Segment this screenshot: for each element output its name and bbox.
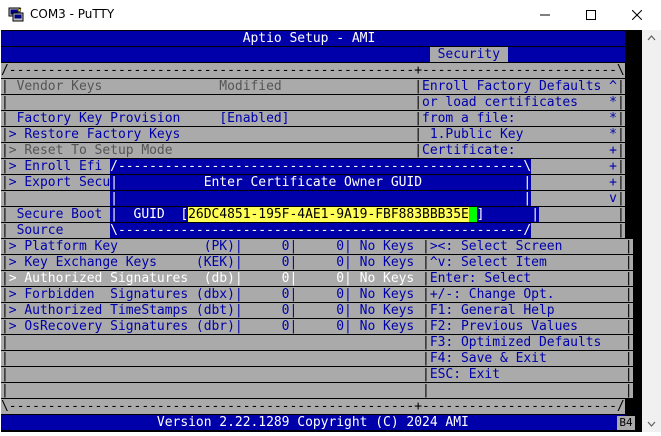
key-row[interactable]: > Key Exchange Keys (KEK)| 0| 0| No Keys [8, 255, 423, 270]
key-row[interactable]: > OsRecovery Signatures (dbr)| 0| 0| No … [8, 319, 423, 334]
key-table-row: |> Authorized Signatures (db)| 0| 0| No … [1, 271, 633, 286]
minimize-icon [540, 14, 550, 16]
help-text [531, 223, 610, 238]
dialog-row: | | | v| [1, 191, 625, 206]
window-title: COM3 - PuTTY [30, 7, 115, 21]
key-table-row: |> OsRecovery Signatures (dbr)| 0| 0| No… [1, 319, 633, 334]
help-text [531, 159, 610, 174]
factory-key-provision-value[interactable]: [Enabled] [219, 111, 290, 126]
screen-line: | Vendor Keys Modified |Enroll Factory D… [1, 79, 625, 94]
close-icon [632, 10, 642, 20]
putty-icon [8, 7, 24, 22]
menu-item[interactable]: > Enroll Efi [8, 159, 111, 174]
key-table-row: |> Platform Key (PK)| 0| 0| No Keys |><:… [1, 239, 633, 254]
frame-bottom: \---------------------------------------… [1, 399, 625, 414]
maximize-icon [586, 10, 596, 20]
terminal-area[interactable]: Aptio Setup - AMI Security /------------… [1, 30, 642, 432]
vertical-scrollbar[interactable] [642, 30, 661, 432]
key-help-line: F1: General Help [429, 303, 625, 318]
key-help-line: ^v: Select Item [429, 255, 625, 270]
help-text: or load certificates [422, 95, 610, 110]
key-table-row: |> Authorized TimeStamps (dbt)| 0| 0| No… [1, 303, 633, 318]
help-scroll-mark: * [609, 111, 617, 126]
guid-label: GUID [117, 207, 181, 222]
maximize-button[interactable] [568, 0, 614, 30]
key-help-line: Enter: Select [429, 271, 625, 286]
header-row: Aptio Setup - AMI [1, 31, 642, 47]
vendor-keys-row: Vendor Keys Modified [8, 79, 282, 94]
dialog-frame-top: |> Enroll Efi /-------------------------… [1, 159, 625, 174]
key-help-line: F2: Previous Values [429, 319, 625, 334]
key-help-line: ><: Select Screen [429, 239, 625, 254]
menu-item[interactable]: Source [8, 223, 111, 238]
key-row[interactable]: > Authorized TimeStamps (dbt)| 0| 0| No … [8, 303, 423, 318]
key-help-line: +/-: Change Opt. [429, 287, 625, 302]
key-help-line: F3: Optimized Defaults [429, 335, 625, 350]
key-table-row: |> Key Exchange Keys (KEK)| 0| 0| No Key… [1, 255, 633, 270]
dialog-field-row: | Secure Boot | GUID [26DC4851-195F-4AE1… [1, 207, 625, 222]
status-badge: B4 [617, 416, 635, 430]
help-text [531, 191, 610, 206]
title-bar[interactable]: COM3 - PuTTY [0, 0, 661, 30]
dialog-frame-bottom: | Source \------------------------------… [1, 223, 625, 238]
key-help-line: ESC: Exit [429, 367, 625, 382]
guid-input[interactable]: 26DC4851-195F-4AE1-9A19-FBF883BBB35E [188, 207, 469, 222]
scroll-up-button[interactable] [642, 30, 661, 47]
footer-version: Version 2.22.1289 Copyright (C) 2024 AMI [1, 415, 625, 430]
help-scroll-mark: ^ [609, 79, 617, 94]
frame-top: /---------------------------------------… [1, 63, 625, 78]
help-text [531, 175, 610, 190]
bios-screen: Aptio Setup - AMI Security /------------… [1, 30, 642, 432]
help-text: from a file: [422, 111, 610, 126]
restore-factory-keys-item[interactable]: > Restore Factory Keys [8, 127, 180, 142]
dialog-title: Enter Certificate Owner GUID [117, 175, 524, 190]
text-cursor [468, 207, 477, 222]
help-scroll-mark: * [609, 95, 617, 110]
key-table-row: |> Forbidden Signatures (dbx)| 0| 0| No … [1, 287, 633, 302]
menu-item[interactable]: Secure Boot [8, 207, 111, 222]
help-row: | |ESC: Exit | [1, 367, 633, 382]
reset-to-setup-mode-item: > Reset To Setup Mode [8, 143, 173, 158]
minimize-button[interactable] [522, 0, 568, 30]
dialog-title-row: |> Export Secu| Enter Certificate Owner … [1, 175, 625, 190]
help-text: Enroll Factory Defaults [422, 79, 610, 94]
close-button[interactable] [614, 0, 660, 30]
help-scroll-mark: * [609, 127, 617, 142]
scroll-down-button[interactable] [642, 415, 661, 432]
help-scroll-mark: + [609, 143, 617, 158]
help-text [538, 207, 610, 222]
help-row: | |F3: Optimized Defaults | [1, 335, 633, 350]
screen-line: |> Restore Factory Keys | 1.Public Key *… [1, 127, 625, 142]
arrow-down-icon [647, 421, 656, 427]
key-row[interactable]: > Platform Key (PK)| 0| 0| No Keys [8, 239, 423, 254]
help-text: Certificate: [422, 143, 610, 158]
help-row: | |F4: Save & Exit | [1, 351, 633, 366]
header-title: Aptio Setup - AMI [1, 31, 625, 46]
key-row[interactable]: > Forbidden Signatures (dbx)| 0| 0| No K… [8, 287, 423, 302]
screen-line: | |or load certificates *| [1, 95, 625, 110]
screen-line: |> Reset To Setup Mode |Certificate: +| [1, 143, 625, 158]
key-help-line: F4: Save & Exit [429, 351, 625, 366]
arrow-up-icon [647, 35, 656, 41]
key-help-line [429, 383, 625, 398]
factory-key-provision-label[interactable]: Factory Key Provision [8, 111, 220, 126]
menu-item[interactable]: > Export Secu [8, 175, 110, 190]
key-row[interactable]: > Authorized Signatures (db)| 0| 0| No K… [8, 271, 423, 286]
help-row: | | | [1, 383, 633, 398]
menu-item[interactable] [8, 191, 111, 206]
footer-row: Version 2.22.1289 Copyright (C) 2024 AMI [1, 415, 642, 431]
help-text: 1.Public Key [422, 127, 610, 142]
tab-security[interactable]: Security [429, 47, 508, 62]
screen-line: | Factory Key Provision [Enabled] |from … [1, 111, 625, 126]
tab-row: Security [1, 47, 642, 63]
